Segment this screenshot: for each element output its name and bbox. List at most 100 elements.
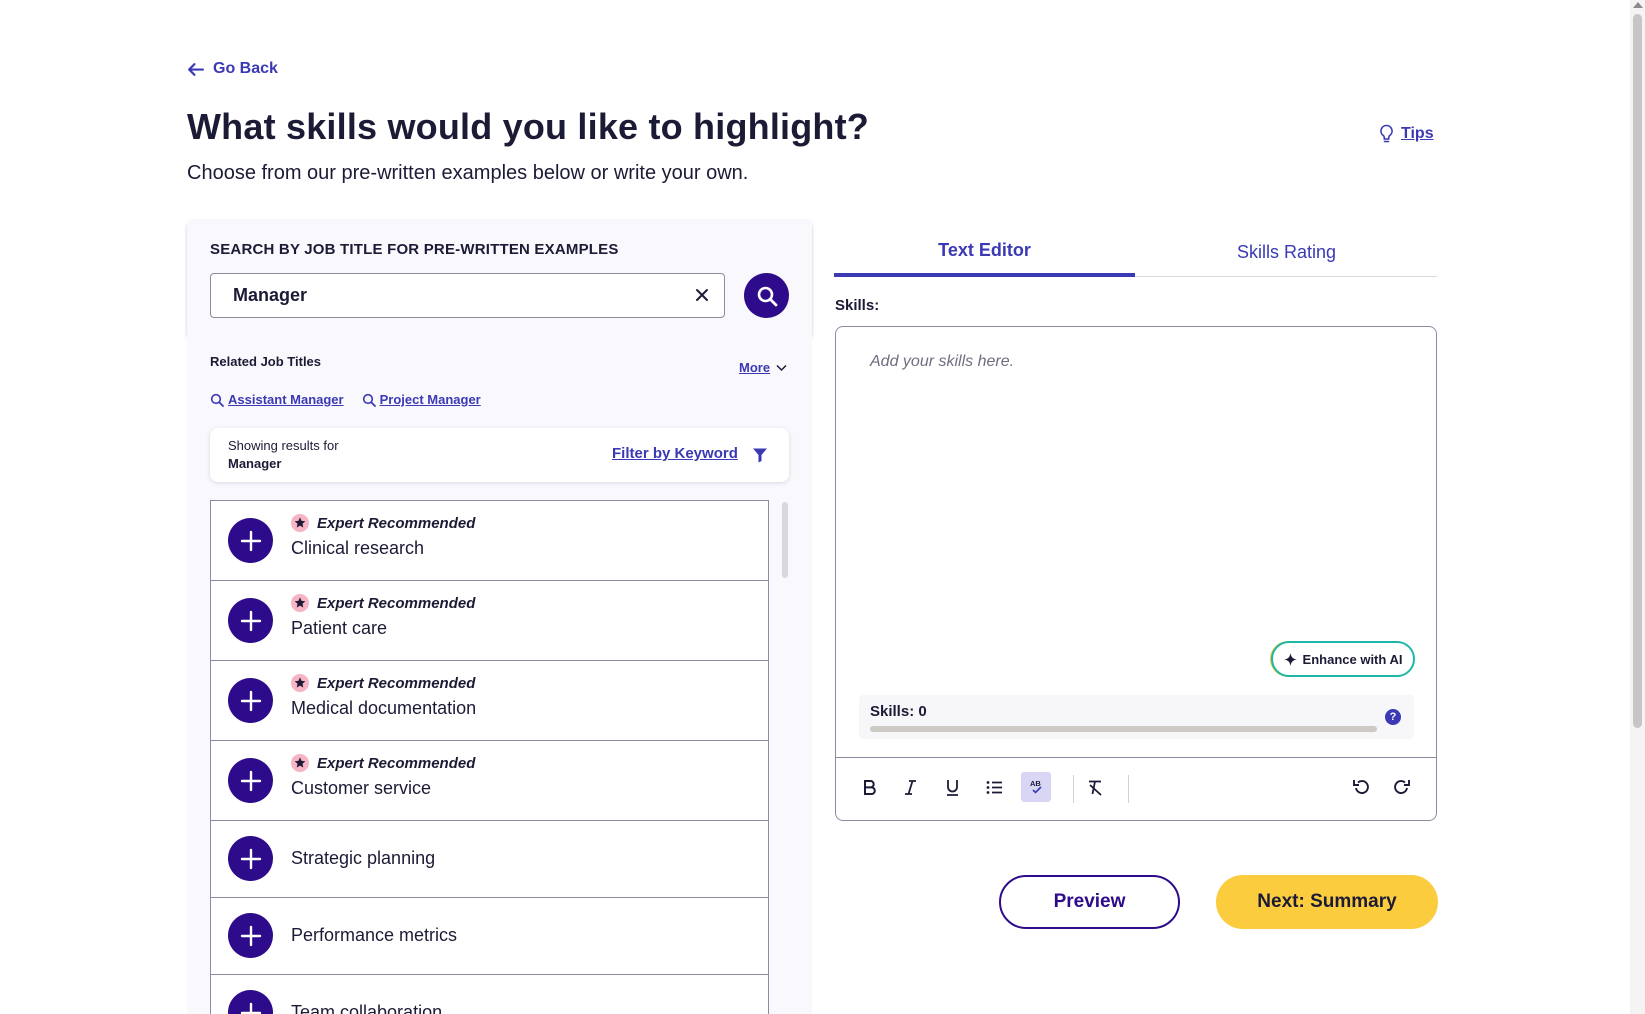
list-item[interactable]: Strategic planning xyxy=(211,821,768,898)
showing-results-label: Showing results for xyxy=(228,438,339,453)
add-button[interactable] xyxy=(228,990,273,1014)
related-link-label: Assistant Manager xyxy=(228,392,344,407)
plus-icon xyxy=(240,690,261,711)
bold-button[interactable] xyxy=(854,772,884,802)
scrollbar-thumb[interactable] xyxy=(1633,14,1642,728)
underline-icon xyxy=(946,779,958,796)
page-subtitle: Choose from our pre-written examples bel… xyxy=(187,162,749,184)
plus-icon xyxy=(240,848,261,869)
enhance-label: Enhance with AI xyxy=(1302,651,1403,667)
help-icon[interactable]: ? xyxy=(1385,709,1401,725)
italic-button[interactable] xyxy=(895,772,925,802)
close-icon[interactable] xyxy=(692,285,712,305)
list-scrollbar-thumb[interactable] xyxy=(782,502,788,578)
clear-format-button[interactable] xyxy=(1080,772,1110,802)
related-link-project-manager[interactable]: Project Manager xyxy=(362,392,481,407)
editor-tabs: Text Editor Skills Rating xyxy=(834,228,1437,277)
undo-icon xyxy=(1352,779,1369,794)
related-links: Assistant Manager Project Manager xyxy=(210,392,481,407)
expert-recommended-badge: Expert Recommended xyxy=(291,514,475,532)
plus-icon xyxy=(240,610,261,631)
add-button[interactable] xyxy=(228,913,273,958)
showing-results-value: Manager xyxy=(228,456,282,471)
badge-label: Expert Recommended xyxy=(317,514,476,532)
list-item[interactable]: Performance metrics xyxy=(211,898,768,975)
clear-format-icon xyxy=(1088,780,1102,796)
expert-recommended-badge: Expert Recommended xyxy=(291,594,475,612)
spellcheck-icon: AB xyxy=(1030,779,1042,794)
chevron-down-icon xyxy=(776,364,787,371)
plus-icon xyxy=(240,925,261,946)
enhance-with-ai-button[interactable]: Enhance with AI xyxy=(1271,641,1415,677)
tips-label: Tips xyxy=(1401,125,1434,142)
italic-icon xyxy=(904,779,916,795)
editor-placeholder[interactable]: Add your skills here. xyxy=(870,353,1014,371)
filter-icon[interactable] xyxy=(752,447,768,463)
search-button[interactable] xyxy=(744,273,789,318)
examples-panel: Related Job Titles More Assistant Manage… xyxy=(187,334,812,1014)
results-summary: Showing results for Manager Filter by Ke… xyxy=(210,428,789,482)
expert-recommended-badge: Expert Recommended xyxy=(291,674,475,692)
tab-text-editor[interactable]: Text Editor xyxy=(834,228,1135,277)
example-text: Patient care xyxy=(291,618,388,638)
related-link-assistant-manager[interactable]: Assistant Manager xyxy=(210,392,344,407)
badge-label: Expert Recommended xyxy=(317,594,476,612)
search-icon xyxy=(757,286,777,306)
star-icon xyxy=(291,514,309,532)
example-text: Clinical research xyxy=(291,538,425,558)
example-text: Medical documentation xyxy=(291,698,477,718)
star-icon xyxy=(291,594,309,612)
tab-skills-rating[interactable]: Skills Rating xyxy=(1136,228,1437,277)
bullet-list-icon xyxy=(986,780,1002,794)
search-input[interactable] xyxy=(233,274,673,317)
badge-label: Expert Recommended xyxy=(317,754,476,772)
redo-button[interactable] xyxy=(1387,772,1417,802)
list-item[interactable]: Expert Recommended Customer service xyxy=(211,741,768,821)
toolbar-divider xyxy=(1073,775,1074,803)
plus-icon xyxy=(240,1002,261,1014)
next-summary-button[interactable]: Next: Summary xyxy=(1216,875,1438,929)
skills-count: Skills: 0 xyxy=(870,703,927,720)
arrow-left-icon xyxy=(188,62,204,76)
list-item[interactable]: Expert Recommended Medical documentation xyxy=(211,661,768,741)
add-button[interactable] xyxy=(228,598,273,643)
page-scrollbar[interactable] xyxy=(1630,0,1645,1014)
add-button[interactable] xyxy=(228,518,273,563)
example-text: Team collaboration xyxy=(291,1002,443,1014)
editor-toolbar: AB xyxy=(836,757,1436,820)
bullet-list-button[interactable] xyxy=(979,772,1009,802)
related-link-label: Project Manager xyxy=(379,392,481,407)
add-button[interactable] xyxy=(228,758,273,803)
scroll-up-arrow-icon[interactable] xyxy=(1633,2,1643,8)
badge-label: Expert Recommended xyxy=(317,674,476,692)
sparkle-icon xyxy=(1283,652,1297,666)
skills-progress-bar xyxy=(870,726,1377,732)
go-back-label: Go Back xyxy=(213,60,278,77)
toolbar-divider xyxy=(1128,775,1129,803)
search-icon xyxy=(210,393,224,407)
star-icon xyxy=(291,674,309,692)
go-back-link[interactable]: Go Back xyxy=(187,60,278,78)
add-button[interactable] xyxy=(228,678,273,723)
examples-list[interactable]: Expert Recommended Clinical research Exp… xyxy=(210,500,769,1014)
tips-link[interactable]: Tips xyxy=(1378,124,1434,144)
list-item[interactable]: Expert Recommended Patient care xyxy=(211,581,768,661)
star-icon xyxy=(291,754,309,772)
spellcheck-button[interactable]: AB xyxy=(1021,772,1051,802)
skills-field-label: Skills: xyxy=(835,297,880,314)
add-button[interactable] xyxy=(228,836,273,881)
example-text: Strategic planning xyxy=(291,848,436,868)
skills-meter: Skills: 0 ? xyxy=(859,695,1414,739)
more-label: More xyxy=(739,360,771,375)
skills-editor[interactable]: Add your skills here. Enhance with AI Sk… xyxy=(835,326,1437,821)
underline-button[interactable] xyxy=(937,772,967,802)
more-button[interactable]: More xyxy=(739,360,787,375)
filter-by-keyword-button[interactable]: Filter by Keyword xyxy=(612,445,738,462)
list-item[interactable]: Expert Recommended Clinical research xyxy=(211,501,768,581)
lightbulb-icon xyxy=(1380,124,1393,143)
list-item[interactable]: Team collaboration xyxy=(211,975,768,1014)
undo-button[interactable] xyxy=(1345,772,1375,802)
search-field[interactable] xyxy=(210,273,725,318)
preview-button[interactable]: Preview xyxy=(999,875,1180,929)
related-job-titles-label: Related Job Titles xyxy=(210,354,322,369)
